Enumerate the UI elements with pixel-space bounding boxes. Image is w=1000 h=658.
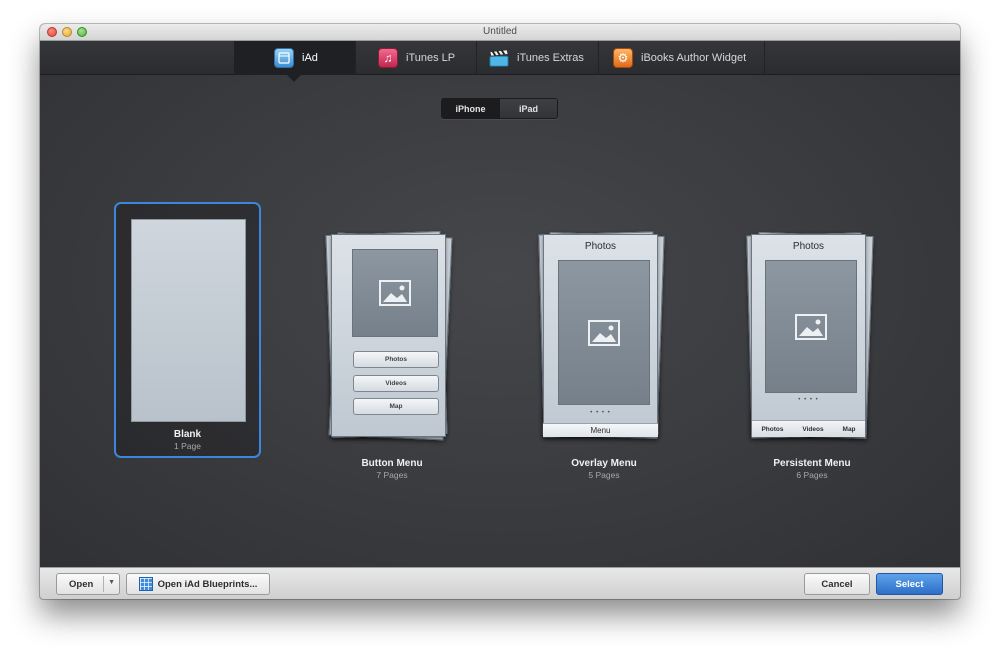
template-persistent-menu[interactable]: Photos • • • • Photos Videos Map Persist… [746,231,877,480]
mini-photos-button: Photos [353,351,439,368]
thumbnail-heading: Photos [792,241,825,252]
window-title: Untitled [483,26,517,37]
blueprint-grid-icon [138,577,153,591]
template-name: Button Menu [361,458,423,469]
tab-label: iTunes Extras [517,52,584,64]
template-chooser-window: Untitled iAd ♫ iTunes LP iTunes Extras ⚙… [40,24,960,599]
template-button-menu[interactable]: Photos Videos Map Button Menu 7 Pages [325,231,457,480]
template-page-count: 1 Page [174,441,201,451]
image-placeholder-icon [558,260,650,405]
thumbnail-heading: Photos [584,241,617,252]
persistent-tab-map: Map [842,425,856,433]
category-tab-bar: iAd ♫ iTunes LP iTunes Extras ⚙ iBooks A… [40,41,960,75]
template-blank[interactable]: Blank 1 Page [114,202,261,458]
music-note-icon: ♫ [378,48,398,68]
persistent-tab-photos: Photos [761,425,784,433]
persistent-tab-videos: Videos [802,425,824,433]
persistent-tab-bar: Photos Videos Map [752,420,865,437]
template-thumbnail: Photos Videos Map [331,234,446,437]
template-page-count: 7 Pages [376,470,408,480]
gear-widget-icon: ⚙ [613,48,633,68]
tab-iad[interactable]: iAd [234,41,356,75]
template-name: Overlay Menu [571,458,637,469]
overlay-menu-bar: Menu [543,423,658,437]
mini-videos-button: Videos [353,375,439,392]
mini-map-button: Map [353,398,439,415]
tab-itunes-lp[interactable]: ♫ iTunes LP [356,41,477,75]
iad-icon [274,48,294,68]
chevron-down-icon: ▼ [108,579,115,586]
open-label: Open [69,578,94,590]
blueprints-label: Open iAd Blueprints... [157,578,258,590]
template-caption: Blank 1 Page [116,429,259,451]
active-tab-pointer [287,75,301,82]
tab-label: iAd [302,52,318,64]
select-button[interactable]: Select [876,573,943,595]
open-popup-button[interactable]: Open ▼ [56,573,120,595]
footer-bar: Open ▼ Open iAd Blueprints... Cancel Sel… [40,567,960,599]
segment-ipad[interactable]: iPad [499,99,557,118]
template-caption: Persistent Menu 6 Pages [747,458,877,480]
tab-itunes-extras[interactable]: iTunes Extras [477,41,599,75]
blank-page-thumbnail [131,219,246,422]
template-name: Persistent Menu [773,458,851,469]
open-blueprints-button[interactable]: Open iAd Blueprints... [126,573,270,595]
tab-ibooks-author-widget[interactable]: ⚙ iBooks Author Widget [599,41,765,75]
template-caption: Button Menu 7 Pages [327,458,457,480]
template-page-count: 6 Pages [796,470,828,480]
clapperboard-icon [489,48,509,68]
template-name: Blank [173,429,202,440]
segment-iphone[interactable]: iPhone [442,99,499,118]
image-placeholder-icon [352,249,438,337]
template-caption: Overlay Menu 5 Pages [539,458,669,480]
chooser-content: iAd ♫ iTunes LP iTunes Extras ⚙ iBooks A… [40,41,960,567]
template-thumbnail: Photos • • • • Photos Videos Map [751,234,866,437]
title-bar: Untitled [40,24,960,41]
cancel-button[interactable]: Cancel [804,573,870,595]
template-thumbnail: Photos • • • • [543,234,658,437]
template-page-count: 5 Pages [588,470,620,480]
image-placeholder-icon [765,260,857,393]
page-indicator-dots: • • • • [590,410,611,416]
popup-divider [103,576,104,592]
device-segmented-control: iPhone iPad [441,98,558,119]
template-overlay-menu[interactable]: Photos • • • • Menu Overlay Menu 5 Pages [538,231,669,480]
tab-label: iTunes LP [406,52,456,64]
tab-label: iBooks Author Widget [641,52,747,64]
page-indicator-dots: • • • • [798,397,819,403]
